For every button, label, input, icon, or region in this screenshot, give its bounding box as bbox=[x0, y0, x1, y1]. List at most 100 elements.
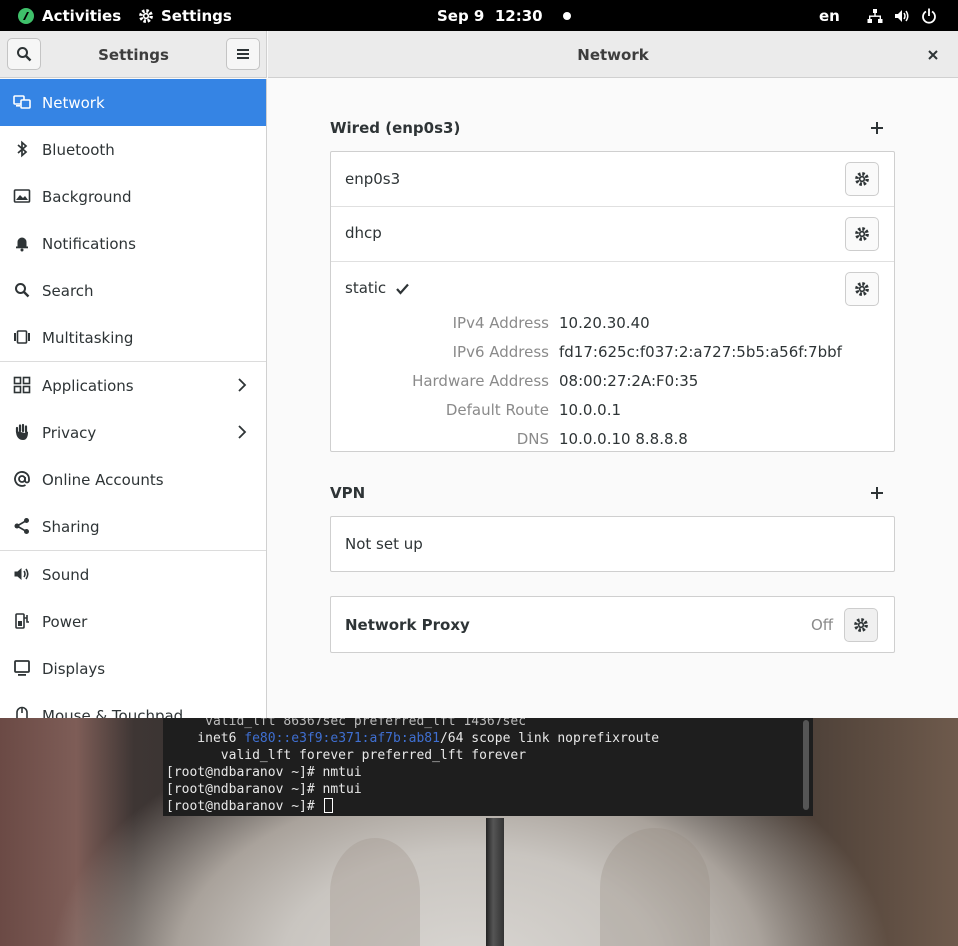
sidebar-item-label: Sharing bbox=[42, 517, 100, 536]
wallpaper-fold bbox=[600, 828, 710, 946]
close-button[interactable] bbox=[924, 46, 942, 64]
sidebar-item-label: Online Accounts bbox=[42, 470, 164, 489]
vpn-section-title: VPN bbox=[330, 484, 366, 502]
sidebar-item-applications[interactable]: Applications bbox=[0, 362, 266, 409]
background-icon bbox=[13, 189, 31, 203]
dns-value: 10.0.0.10 8.8.8.8 bbox=[559, 430, 688, 448]
sidebar-item-power[interactable]: Power bbox=[0, 598, 266, 645]
vpn-status: Not set up bbox=[345, 535, 423, 553]
activities-button[interactable]: Activities bbox=[18, 0, 121, 31]
sidebar-item-label: Background bbox=[42, 187, 132, 206]
add-wired-connection-button[interactable] bbox=[869, 120, 885, 136]
connection-settings-button[interactable] bbox=[845, 162, 879, 196]
terminal-scrollbar[interactable] bbox=[803, 720, 809, 810]
sidebar: Network Bluetooth Background Notificatio… bbox=[0, 79, 267, 718]
keyboard-layout-label: en bbox=[819, 6, 840, 25]
activities-label: Activities bbox=[42, 6, 122, 25]
sidebar-item-label: Sound bbox=[42, 565, 90, 584]
connection-row-dhcp[interactable]: dhcp bbox=[331, 207, 894, 261]
display-icon bbox=[14, 660, 30, 676]
terminal-ipv6-address: fe80::e3f9:e371:af7b:ab81 bbox=[244, 731, 440, 746]
default-route-label: Default Route bbox=[445, 401, 549, 419]
sidebar-item-network[interactable]: Network bbox=[0, 79, 266, 126]
search-icon bbox=[17, 47, 32, 62]
clock-label: Sep 9 12:30 bbox=[437, 6, 543, 25]
connection-name: static bbox=[345, 279, 387, 297]
bluetooth-icon bbox=[17, 140, 28, 158]
power-icon bbox=[922, 8, 936, 24]
checkmark-icon bbox=[396, 283, 409, 295]
terminal-line: inet6 fe80::e3f9:e371:af7b:ab81/64 scope… bbox=[166, 730, 659, 747]
wallpaper-zipper bbox=[486, 818, 504, 946]
network-proxy-status: Off bbox=[811, 616, 834, 634]
hand-icon bbox=[15, 423, 28, 440]
close-icon bbox=[928, 50, 938, 60]
terminal-window[interactable]: valid_lft 86367sec preferred_lft 14367se… bbox=[163, 718, 813, 816]
sidebar-header: Settings bbox=[0, 31, 267, 78]
keyboard-layout-indicator[interactable]: en bbox=[819, 0, 840, 31]
sidebar-item-label: Mouse & Touchpad bbox=[42, 706, 184, 719]
connection-row-static[interactable]: static IPv4 Address 10.20.30.40 IPv6 Add… bbox=[331, 262, 894, 452]
volume-icon bbox=[895, 9, 909, 22]
sidebar-item-bluetooth[interactable]: Bluetooth bbox=[0, 126, 266, 173]
gear-icon bbox=[855, 227, 869, 241]
network-panel: Wired (enp0s3) enp0s3 dhcp static IPv4 A… bbox=[268, 79, 958, 718]
clock[interactable]: Sep 9 12:30 bbox=[437, 0, 571, 31]
wired-connections-list: enp0s3 dhcp static IPv4 Address 10.20.30… bbox=[330, 151, 895, 452]
add-vpn-button[interactable] bbox=[869, 485, 885, 501]
power-plug-icon bbox=[15, 613, 29, 629]
sidebar-item-label: Notifications bbox=[42, 234, 136, 253]
sidebar-item-label: Network bbox=[42, 93, 105, 112]
main-menu-button[interactable] bbox=[226, 38, 260, 70]
connection-name: dhcp bbox=[345, 224, 382, 242]
sidebar-item-multitasking[interactable]: Multitasking bbox=[0, 314, 266, 361]
network-proxy-settings-button[interactable] bbox=[844, 608, 878, 642]
dns-label: DNS bbox=[516, 430, 549, 448]
system-menu[interactable] bbox=[867, 0, 937, 31]
sidebar-item-notifications[interactable]: Notifications bbox=[0, 220, 266, 267]
top-bar: Activities Settings Sep 9 12:30 en bbox=[0, 0, 958, 31]
wired-network-icon bbox=[867, 8, 883, 23]
sidebar-item-mouse-touchpad[interactable]: Mouse & Touchpad bbox=[0, 692, 266, 718]
ipv6-address-value: fd17:625c:f037:2:a727:5b5:a56f:7bbf bbox=[559, 343, 842, 361]
default-route-value: 10.0.0.1 bbox=[559, 401, 622, 419]
sidebar-item-displays[interactable]: Displays bbox=[0, 645, 266, 692]
connection-row-enp0s3[interactable]: enp0s3 bbox=[331, 152, 894, 206]
search-button[interactable] bbox=[7, 38, 41, 70]
sidebar-item-sharing[interactable]: Sharing bbox=[0, 503, 266, 550]
sidebar-item-label: Search bbox=[42, 281, 94, 300]
terminal-line: valid_lft 86367sec preferred_lft 14367se… bbox=[166, 718, 527, 729]
terminal-prompt: [root@ndbaranov ~]# bbox=[166, 799, 323, 814]
apps-grid-icon bbox=[13, 376, 31, 394]
bell-icon bbox=[16, 237, 28, 252]
terminal-prompt-line: [root@ndbaranov ~]# bbox=[166, 798, 333, 815]
gear-icon bbox=[855, 282, 869, 296]
network-proxy-row[interactable]: Network Proxy Off bbox=[330, 596, 895, 653]
sidebar-item-label: Displays bbox=[42, 659, 106, 678]
fedora-logo-icon bbox=[18, 7, 34, 24]
chevron-right-icon bbox=[238, 378, 247, 392]
network-icon bbox=[13, 95, 31, 109]
sidebar-item-search[interactable]: Search bbox=[0, 267, 266, 314]
app-menu-label: Settings bbox=[161, 6, 232, 25]
sidebar-item-sound[interactable]: Sound bbox=[0, 551, 266, 598]
connection-settings-button[interactable] bbox=[845, 217, 879, 251]
connection-name: enp0s3 bbox=[345, 170, 401, 188]
connection-settings-button[interactable] bbox=[845, 272, 879, 306]
wired-section-title: Wired (enp0s3) bbox=[330, 119, 461, 137]
wallpaper-fold bbox=[330, 838, 420, 946]
sidebar-item-label: Multitasking bbox=[42, 328, 134, 347]
sidebar-item-background[interactable]: Background bbox=[0, 173, 266, 220]
ipv4-address-label: IPv4 Address bbox=[452, 314, 549, 332]
sidebar-item-label: Privacy bbox=[42, 423, 97, 442]
hamburger-menu-icon bbox=[237, 49, 249, 59]
ipv4-address-value: 10.20.30.40 bbox=[559, 314, 650, 332]
sidebar-title: Settings bbox=[98, 45, 169, 64]
gear-icon bbox=[139, 8, 153, 23]
ipv6-address-label: IPv6 Address bbox=[452, 343, 549, 361]
app-menu[interactable]: Settings bbox=[138, 0, 232, 31]
sidebar-item-privacy[interactable]: Privacy bbox=[0, 409, 266, 456]
mouse-icon bbox=[16, 706, 28, 718]
sidebar-item-online-accounts[interactable]: Online Accounts bbox=[0, 456, 266, 503]
terminal-text: inet6 bbox=[166, 731, 245, 746]
